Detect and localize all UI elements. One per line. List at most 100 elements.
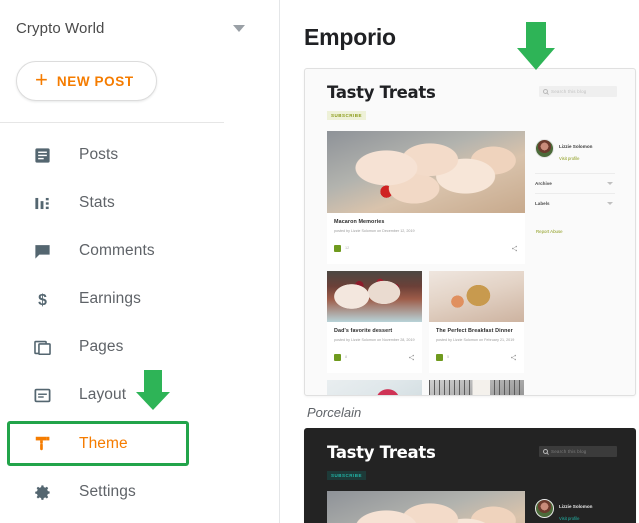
preview-search-placeholder: Search this blog: [551, 89, 587, 94]
preview-post-column: Macaron Memories posted by Lizzie Solomo…: [327, 491, 525, 523]
theme-name-label: Porcelain: [307, 405, 362, 420]
sidebar-item-label: Stats: [79, 194, 115, 211]
post-meta: The Perfect Breakfast Dinner posted by L…: [429, 322, 524, 373]
preview-header-left: Tasty Treats SUBSCRIBE: [327, 83, 436, 122]
macaron-photo: [327, 131, 525, 213]
post-meta: Dad's favorite dessert posted by Lizzie …: [327, 322, 422, 373]
preview-body: Macaron Memories posted by Lizzie Solomo…: [327, 131, 617, 395]
sidebar-item-pages[interactable]: Pages: [0, 323, 279, 371]
post-footer: 12: [334, 239, 518, 257]
preview-author[interactable]: Lizzie Solomon Visit profile: [535, 135, 617, 161]
sidebar-item-label: Posts: [79, 146, 119, 163]
sidebar-item-comments[interactable]: Comments: [0, 227, 279, 275]
sidebar-item-stats[interactable]: Stats: [0, 179, 279, 227]
post-meta: Macaron Memories posted by Lizzie Solomo…: [327, 213, 525, 264]
report-abuse-link[interactable]: Report Abuse: [535, 229, 617, 234]
preview-grid-post[interactable]: Bunting the Calories from Bundt Cake pos…: [327, 380, 422, 395]
post-byline: posted by Lizzie Solomon on February 21,…: [436, 338, 515, 342]
sidebar-item-label: Layout: [79, 386, 127, 403]
post-hero-image: [327, 271, 422, 322]
chevron-down-icon[interactable]: [607, 182, 613, 185]
blog-preview-dark: Tasty Treats SUBSCRIBE Search this blog …: [305, 429, 635, 523]
author-text: Lizzie Solomon Visit profile: [559, 135, 592, 161]
post-hero-image: [327, 491, 525, 523]
post-hero-image: [429, 380, 524, 395]
blog-preview: Tasty Treats SUBSCRIBE Search this blog: [305, 69, 635, 395]
sidebar-item-layout[interactable]: Layout: [0, 371, 279, 419]
post-footer: 5: [436, 348, 517, 366]
author-text: Lizzie Solomon Visit profile: [559, 495, 592, 521]
sidebar-item-theme[interactable]: Theme: [7, 421, 189, 466]
avatar: [535, 138, 554, 158]
preview-search-placeholder: Search this blog: [551, 449, 587, 454]
author-name: Lizzie Solomon: [559, 504, 593, 509]
comment-icon: [334, 244, 341, 252]
cake-roll-photo: [429, 380, 524, 395]
comment-icon: [334, 353, 341, 361]
share-icon[interactable]: [510, 348, 517, 366]
svg-text:$: $: [38, 292, 47, 309]
macaron-photo: [327, 491, 525, 523]
preview-search-box[interactable]: Search this blog: [539, 446, 617, 457]
comments-icon: [31, 240, 53, 262]
post-byline: posted by Lizzie Solomon on December 12,…: [334, 229, 415, 233]
theme-card-preview-dark[interactable]: Tasty Treats SUBSCRIBE Search this blog …: [304, 428, 636, 523]
section-label: Archive: [535, 181, 552, 186]
preview-sidebar: Lizzie Solomon Visit profile Archive Lab…: [535, 131, 617, 395]
layout-icon: [31, 384, 53, 406]
new-post-label: NEW POST: [56, 73, 134, 89]
new-post-button[interactable]: + NEW POST: [16, 61, 157, 101]
preview-subscribe-badge: SUBSCRIBE: [327, 471, 367, 480]
sidebar-item-label: Pages: [79, 338, 124, 355]
preview-grid-post[interactable]: Dad's favorite dessert posted by Lizzie …: [327, 271, 422, 373]
preview-header: Tasty Treats SUBSCRIBE Search this blog: [327, 443, 617, 482]
share-icon[interactable]: [511, 239, 518, 257]
search-icon: [543, 449, 548, 454]
search-icon: [543, 89, 548, 94]
chevron-down-icon[interactable]: [607, 202, 613, 205]
preview-post-grid-row: Bunting the Calories from Bundt Cake pos…: [327, 380, 525, 395]
preview-header: Tasty Treats SUBSCRIBE Search this blog: [327, 83, 617, 122]
preview-labels-section[interactable]: Labels: [535, 193, 615, 213]
blog-selector[interactable]: Crypto World: [0, 0, 279, 56]
sidebar-item-posts[interactable]: Posts: [0, 131, 279, 179]
preview-sidebar: Lizzie Solomon Visit profile: [535, 491, 617, 523]
comment-count: 12: [345, 246, 350, 250]
new-post-wrap: + NEW POST: [0, 56, 279, 101]
preview-archive-section[interactable]: Archive: [535, 173, 615, 193]
visit-profile-link[interactable]: Visit profile: [559, 516, 592, 521]
cake-photo: [327, 271, 422, 322]
section-label: Labels: [535, 201, 550, 206]
sidebar-item-label: Comments: [79, 242, 155, 259]
post-hero-image: [327, 131, 525, 213]
preview-header-left: Tasty Treats SUBSCRIBE: [327, 443, 436, 482]
preview-blog-title: Tasty Treats: [327, 443, 436, 462]
page-title: Emporio: [304, 24, 396, 50]
theme-card-preview[interactable]: Tasty Treats SUBSCRIBE Search this blog: [304, 68, 636, 396]
post-byline: posted by Lizzie Solomon on November 28,…: [334, 338, 415, 342]
post-hero-image: [429, 271, 524, 322]
preview-featured-post[interactable]: Macaron Memories posted by Lizzie Solomo…: [327, 131, 525, 264]
preview-search-box[interactable]: Search this blog: [539, 86, 617, 97]
post-footer: 8: [334, 348, 415, 366]
theme-icon: [31, 433, 53, 455]
preview-grid-post[interactable]: Melt-in-your-mouth goodness posted by Li…: [429, 380, 524, 395]
sidebar: Crypto World + NEW POST Posts Stats Comm…: [0, 0, 280, 523]
preview-subscribe-badge: SUBSCRIBE: [327, 111, 367, 120]
blog-name: Crypto World: [16, 19, 105, 37]
preview-body: Macaron Memories posted by Lizzie Solomo…: [327, 491, 617, 523]
preview-author[interactable]: Lizzie Solomon Visit profile: [535, 495, 617, 521]
author-name: Lizzie Solomon: [559, 144, 593, 149]
preview-grid-post[interactable]: The Perfect Breakfast Dinner posted by L…: [429, 271, 524, 373]
pages-icon: [31, 336, 53, 358]
visit-profile-link[interactable]: Visit profile: [559, 156, 592, 161]
sidebar-item-earnings[interactable]: $ Earnings: [0, 275, 279, 323]
stats-icon: [31, 192, 53, 214]
sidebar-item-settings[interactable]: Settings: [0, 468, 279, 516]
share-icon[interactable]: [408, 348, 415, 366]
sidebar-item-label: Settings: [79, 483, 136, 500]
post-title: Macaron Memories: [334, 219, 385, 225]
chevron-down-icon[interactable]: [233, 24, 245, 32]
sidebar-item-label: Earnings: [79, 290, 141, 307]
preview-featured-post[interactable]: Macaron Memories posted by Lizzie Solomo…: [327, 491, 525, 523]
